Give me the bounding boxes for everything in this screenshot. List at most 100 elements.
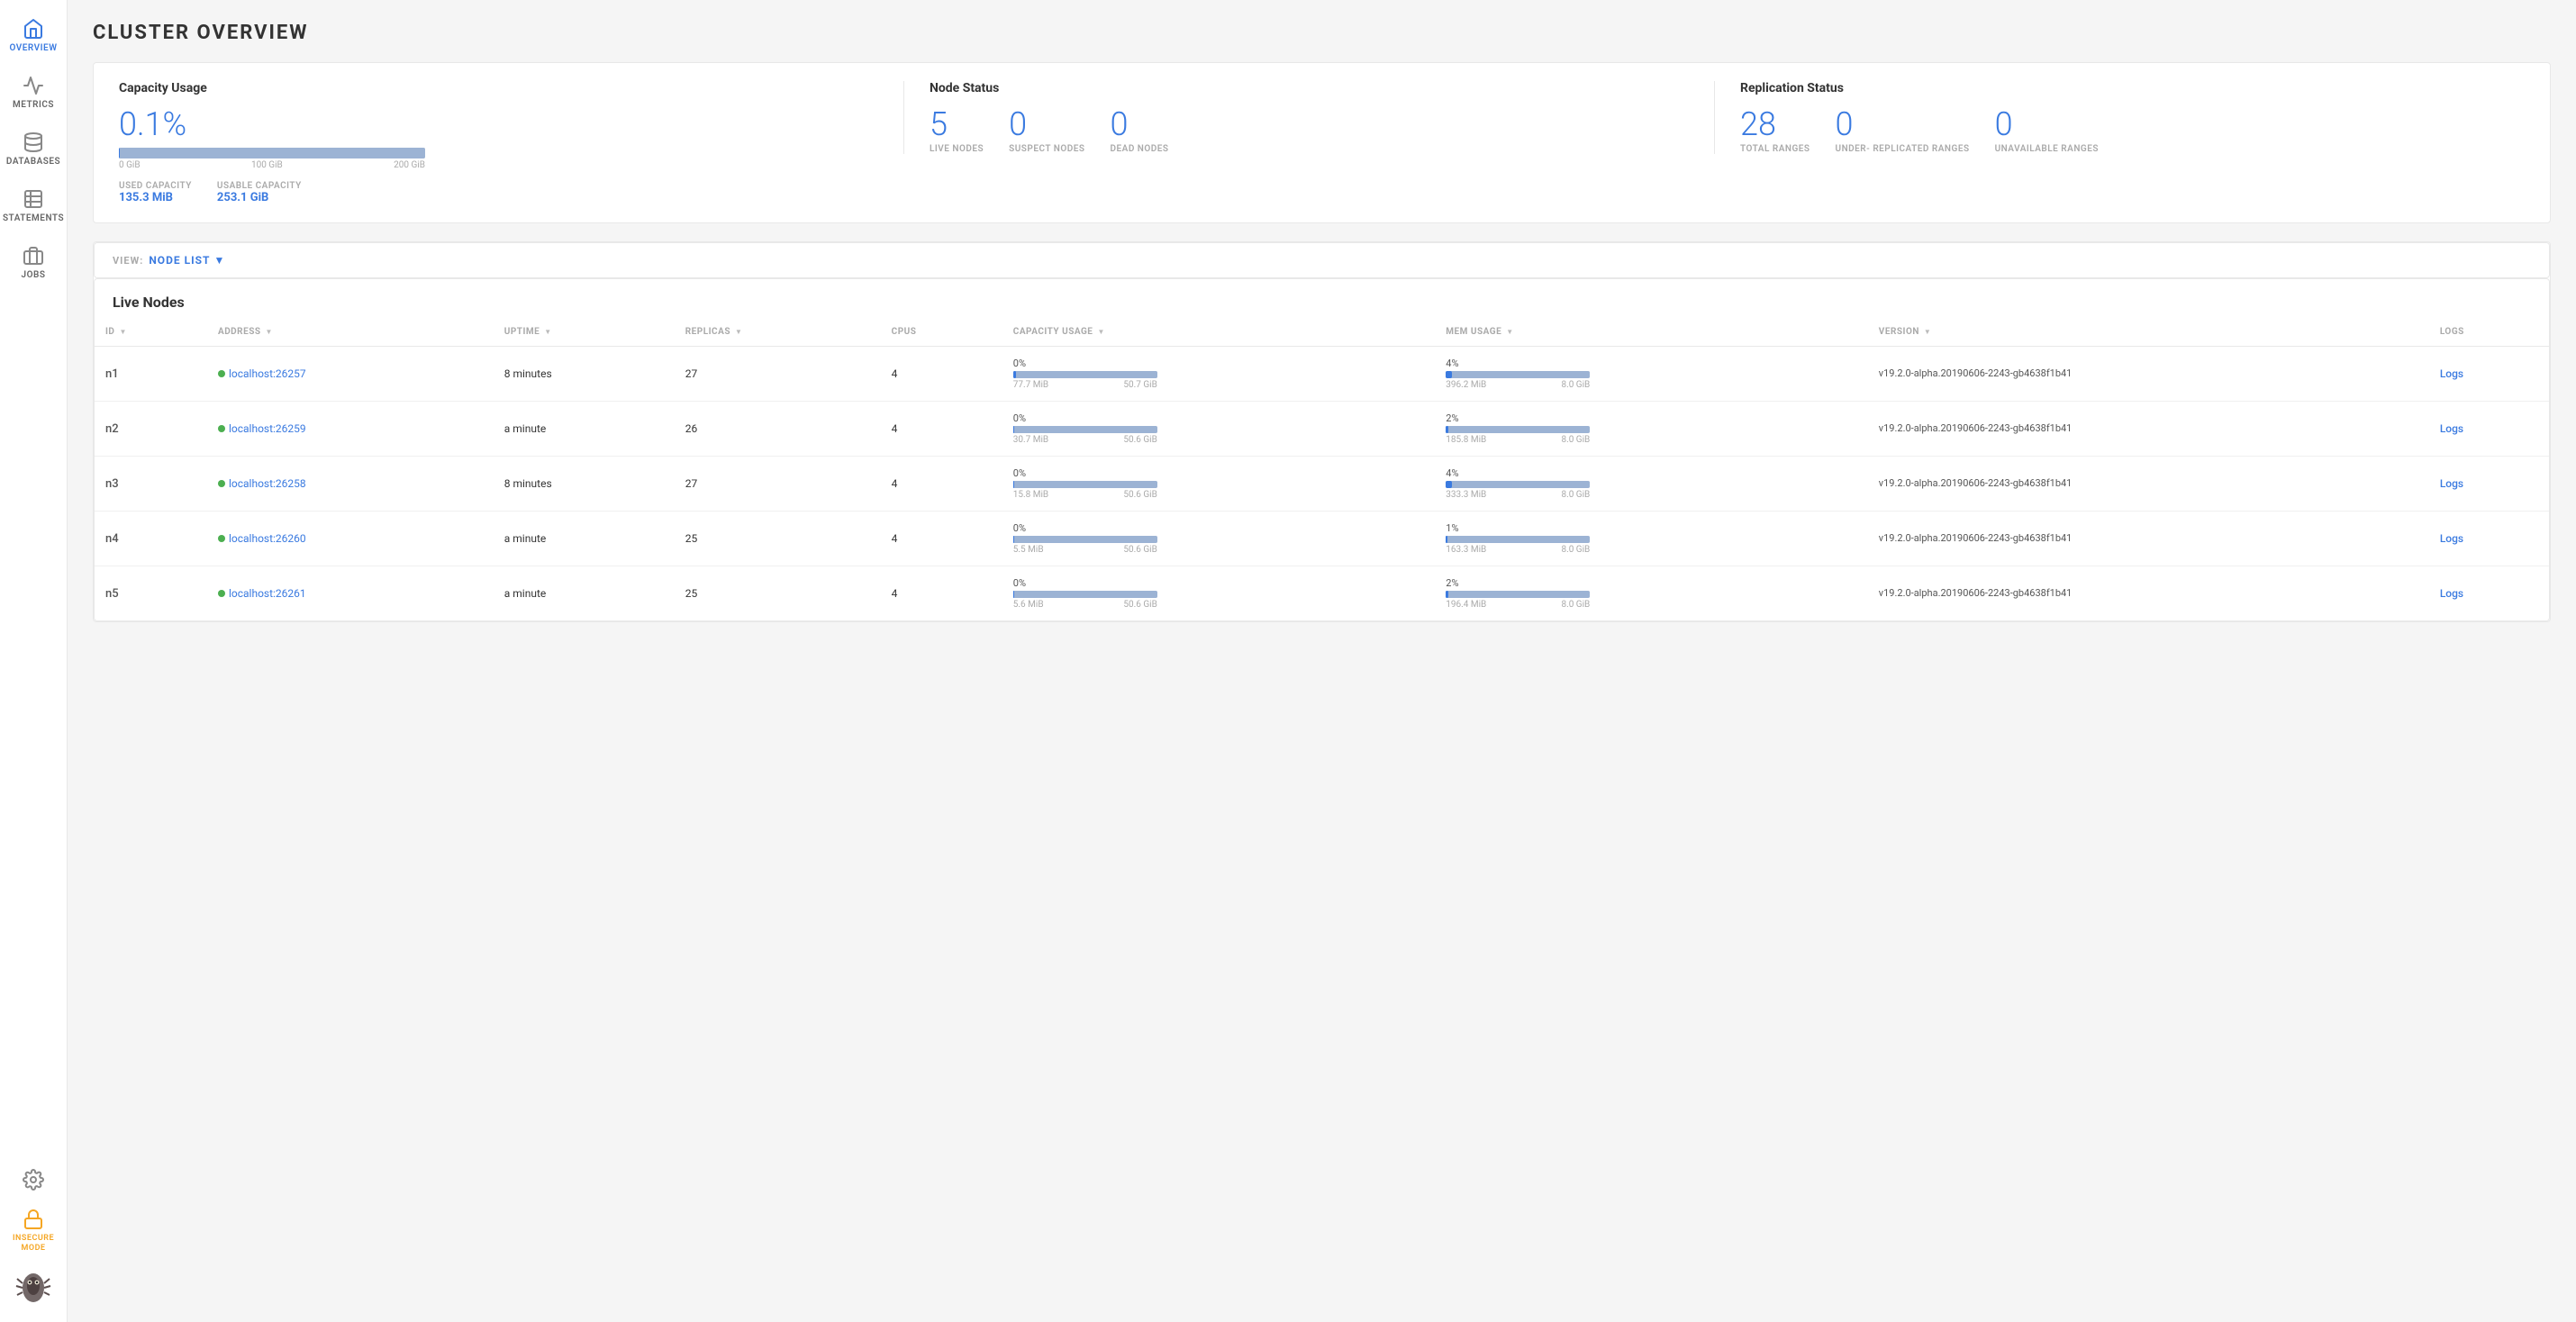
cell-version-0: v19.2.0-alpha.20190606-2243-gb4638f1b41 <box>1868 347 2429 402</box>
cell-uptime-2: 8 minutes <box>494 457 675 512</box>
lock-icon <box>23 1209 44 1230</box>
sidebar-bottom: INSECURE MODE <box>0 1160 67 1322</box>
cell-id-0: n1 <box>95 347 207 402</box>
cell-uptime-0: 8 minutes <box>494 347 675 402</box>
sidebar-item-insecure[interactable]: INSECURE MODE <box>0 1200 67 1263</box>
cell-uptime-4: a minute <box>494 566 675 621</box>
summary-card: Capacity Usage 0.1% 0 GiB 100 GiB 200 Gi… <box>93 62 2551 223</box>
suspect-nodes-label: SUSPECT NODES <box>1009 144 1084 154</box>
cell-mem-usage-0: 4% 396.2 MiB 8.0 GiB <box>1435 347 1868 402</box>
unavailable-ranges-label: UNAVAILABLE RANGES <box>1995 144 2099 154</box>
node-address-link-1[interactable]: localhost:26259 <box>229 422 306 435</box>
sidebar-item-statements[interactable]: STATEMENTS <box>0 179 67 232</box>
cap-bar-4 <box>1013 591 1157 598</box>
node-list-wrapper: VIEW: NODE LIST ▼ Live Nodes ID ▼ ADDRES <box>93 241 2551 622</box>
sidebar-item-jobs[interactable]: JOBS <box>0 236 67 289</box>
node-address-link-4[interactable]: localhost:26261 <box>229 587 306 600</box>
suspect-nodes-stat: 0 SUSPECT NODES <box>1009 108 1084 154</box>
cell-logs-3: Logs <box>2429 512 2549 566</box>
live-nodes-stat: 5 LIVE NODES <box>930 108 984 154</box>
cell-replicas-0: 27 <box>675 347 881 402</box>
cap-bar-0 <box>1013 371 1157 378</box>
mem-bar-2 <box>1446 481 1590 488</box>
sidebar-item-overview[interactable]: OVERVIEW <box>0 9 67 62</box>
bar-label-1: 100 GiB <box>251 160 283 170</box>
cell-cap-usage-3: 0% 5.5 MiB 50.6 GiB <box>1002 512 1436 566</box>
node-address-link-0[interactable]: localhost:26257 <box>229 367 306 380</box>
sort-icon-mem: ▼ <box>1506 328 1513 336</box>
node-status-title: Node Status <box>930 81 1696 95</box>
sidebar: OVERVIEW METRICS DATABASES STATEMENTS JO… <box>0 0 68 1322</box>
cell-id-4: n5 <box>95 566 207 621</box>
dead-nodes-stat: 0 DEAD NODES <box>1110 108 1168 154</box>
logs-link-4[interactable]: Logs <box>2440 587 2463 600</box>
replication-status-section: Replication Status 28 TOTAL RANGES 0 UND… <box>1714 81 2525 154</box>
cell-uptime-3: a minute <box>494 512 675 566</box>
cell-replicas-1: 26 <box>675 402 881 457</box>
cap-bar-2 <box>1013 481 1157 488</box>
cell-logs-2: Logs <box>2429 457 2549 512</box>
logs-link-1[interactable]: Logs <box>2440 422 2463 435</box>
col-cpus: CPUS <box>881 318 1002 347</box>
cell-mem-usage-1: 2% 185.8 MiB 8.0 GiB <box>1435 402 1868 457</box>
sidebar-label-jobs: JOBS <box>22 270 46 280</box>
cell-replicas-3: 25 <box>675 512 881 566</box>
node-status-grid: 5 LIVE NODES 0 SUSPECT NODES 0 DEAD NODE… <box>930 108 1696 154</box>
sidebar-item-metrics[interactable]: METRICS <box>0 66 67 119</box>
sidebar-item-databases[interactable]: DATABASES <box>0 122 67 176</box>
usable-capacity-value: 253.1 GiB <box>217 191 302 204</box>
table-row: n5 localhost:26261 a minute 25 4 0% 5.6 … <box>95 566 2549 621</box>
view-selector[interactable]: NODE LIST ▼ <box>149 254 225 267</box>
logs-link-3[interactable]: Logs <box>2440 532 2463 545</box>
live-nodes-value: 5 <box>930 108 948 140</box>
live-nodes-table-card: Live Nodes ID ▼ ADDRESS ▼ UPTIME <box>94 278 2550 621</box>
cell-id-3: n4 <box>95 512 207 566</box>
col-logs: LOGS <box>2429 318 2549 347</box>
cell-replicas-2: 27 <box>675 457 881 512</box>
col-version[interactable]: VERSION ▼ <box>1868 318 2429 347</box>
cap-bar-1 <box>1013 426 1157 433</box>
cell-version-4: v19.2.0-alpha.20190606-2243-gb4638f1b41 <box>1868 566 2429 621</box>
col-uptime[interactable]: UPTIME ▼ <box>494 318 675 347</box>
page-title: CLUSTER OVERVIEW <box>93 22 2551 44</box>
cockroach-logo <box>15 1270 51 1306</box>
mem-bar-4 <box>1446 591 1590 598</box>
capacity-bar-container: 0 GiB 100 GiB 200 GiB <box>119 148 885 170</box>
databases-icon <box>23 131 44 153</box>
logs-link-2[interactable]: Logs <box>2440 477 2463 490</box>
view-bar: VIEW: NODE LIST ▼ <box>94 242 2550 278</box>
sort-icon-version: ▼ <box>1924 328 1931 336</box>
node-status-section: Node Status 5 LIVE NODES 0 SUSPECT NODES… <box>903 81 1714 154</box>
cell-version-3: v19.2.0-alpha.20190606-2243-gb4638f1b41 <box>1868 512 2429 566</box>
capacity-stats: USED CAPACITY 135.3 MiB USABLE CAPACITY … <box>119 181 885 204</box>
sidebar-item-settings[interactable] <box>0 1160 67 1200</box>
cell-cpus-1: 4 <box>881 402 1002 457</box>
cell-cpus-3: 4 <box>881 512 1002 566</box>
capacity-bar-labels: 0 GiB 100 GiB 200 GiB <box>119 160 425 170</box>
replication-status-title: Replication Status <box>1740 81 2507 95</box>
table-row: n2 localhost:26259 a minute 26 4 0% 30.7… <box>95 402 2549 457</box>
used-capacity-value: 135.3 MiB <box>119 191 192 204</box>
cell-cap-usage-0: 0% 77.7 MiB 50.7 GiB <box>1002 347 1436 402</box>
col-address[interactable]: ADDRESS ▼ <box>207 318 494 347</box>
live-nodes-table: ID ▼ ADDRESS ▼ UPTIME ▼ REPLICAS <box>95 318 2549 620</box>
sort-icon-replicas: ▼ <box>735 328 742 336</box>
logs-link-0[interactable]: Logs <box>2440 367 2463 380</box>
unavailable-ranges-value: 0 <box>1995 108 2013 140</box>
main-content: CLUSTER OVERVIEW Capacity Usage 0.1% 0 G… <box>68 0 2576 1322</box>
col-id[interactable]: ID ▼ <box>95 318 207 347</box>
total-ranges-label: TOTAL RANGES <box>1740 144 1810 154</box>
col-mem-usage[interactable]: MEM USAGE ▼ <box>1435 318 1868 347</box>
cell-mem-usage-3: 1% 163.3 MiB 8.0 GiB <box>1435 512 1868 566</box>
metrics-icon <box>23 75 44 96</box>
bar-label-2: 200 GiB <box>394 160 425 170</box>
suspect-nodes-value: 0 <box>1009 108 1027 140</box>
node-address-link-3[interactable]: localhost:26260 <box>229 532 306 545</box>
cell-cap-usage-1: 0% 30.7 MiB 50.6 GiB <box>1002 402 1436 457</box>
under-replicated-stat: 0 UNDER- REPLICATED RANGES <box>1836 108 1970 154</box>
col-replicas[interactable]: REPLICAS ▼ <box>675 318 881 347</box>
dead-nodes-value: 0 <box>1110 108 1128 140</box>
node-address-link-2[interactable]: localhost:26258 <box>229 477 306 490</box>
cell-version-1: v19.2.0-alpha.20190606-2243-gb4638f1b41 <box>1868 402 2429 457</box>
col-capacity-usage[interactable]: CAPACITY USAGE ▼ <box>1002 318 1436 347</box>
